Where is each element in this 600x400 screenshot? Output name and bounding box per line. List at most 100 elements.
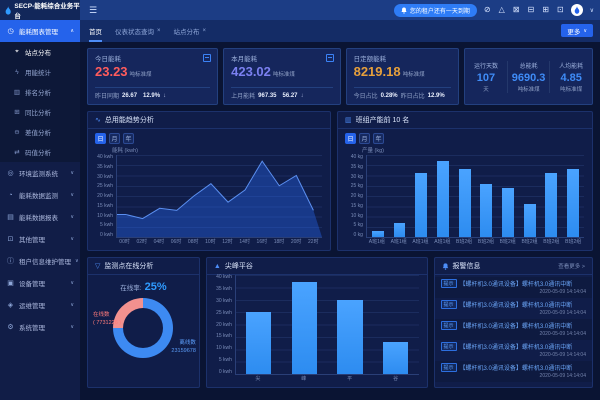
alarm-tag: 提示 bbox=[441, 279, 457, 288]
y-axis: 40 kwh35 kwh30 kwh25 kwh20 kwh15 kwh10 k… bbox=[213, 275, 235, 375]
stats-row: 今日能耗 23.23吨标准煤 昨日同期26.67 12.9% ↓ 本月能耗 42… bbox=[87, 48, 593, 105]
main-area: 首页 仪表状态查询× 站点分布× 更多∨ 今日能耗 23.23吨标准煤 昨日同期26.… bbox=[80, 20, 600, 400]
menu-toggle-icon[interactable]: ☰ bbox=[89, 5, 97, 16]
alarm-row[interactable]: 提示【螺杆机3.0通讯设备】螺杆机3.0通讯中断2020-05-09 14:14… bbox=[435, 340, 592, 361]
chevron-down-icon: ∨ bbox=[75, 258, 79, 264]
app-root: SECP-能耗综合业务平台 ☰ 您的租户还有一天到期 ⊘△⊠⊟⊞⊡ ∨ ◷能耗图… bbox=[0, 0, 600, 400]
alarm-row[interactable]: 提示【螺杆机3.0通讯设备】螺杆机3.0通讯中断2020-05-09 14:14… bbox=[435, 361, 592, 382]
alarm-message: 【螺杆机3.0通讯设备】螺杆机3.0通讯中断 bbox=[460, 363, 573, 372]
y-tick: 20 kwh bbox=[94, 194, 113, 199]
user-menu-chevron-icon[interactable]: ∨ bbox=[590, 7, 594, 14]
lock-icon[interactable]: ⊠ bbox=[513, 6, 520, 14]
site-icon: ⌖ bbox=[13, 48, 21, 56]
x-tick: B班2组 bbox=[519, 238, 541, 247]
gear-icon: ⚙ bbox=[6, 323, 15, 331]
alarm-row[interactable]: 提示【螺杆机3.0通讯设备】螺杆机3.0通讯中断2020-05-09 14:14… bbox=[435, 319, 592, 340]
range-chip-0[interactable]: 日 bbox=[345, 133, 356, 144]
sidebar-subitem-2[interactable]: ▥排名分析 bbox=[0, 82, 80, 102]
sidebar-item-1[interactable]: ◎环境监测系统∨ bbox=[0, 162, 80, 184]
tab-2[interactable]: 站点分布× bbox=[174, 20, 207, 42]
x-tick: 16时 bbox=[253, 238, 270, 247]
sidebar-item-label: 能耗数据监测 bbox=[19, 190, 58, 200]
sidebar-item-0[interactable]: ◷能耗图表管理∧ bbox=[0, 20, 80, 42]
alarm-timestamp: 2020-05-09 14:14:04 bbox=[441, 310, 586, 316]
sidebar-item-4[interactable]: ⊡其他管理∨ bbox=[0, 228, 80, 250]
range-chip-1[interactable]: 月 bbox=[359, 133, 370, 144]
sidebar-subitem-3[interactable]: ⊞同比分析 bbox=[0, 102, 80, 122]
y-tick: 0 kg bbox=[344, 233, 363, 238]
sidebar-subitem-0[interactable]: ⌖站点分布 bbox=[0, 42, 80, 62]
donut-hole bbox=[123, 308, 163, 348]
alarm-message: 【螺杆机3.0通讯设备】螺杆机3.0通讯中断 bbox=[460, 279, 573, 288]
calendar-icon[interactable] bbox=[203, 54, 211, 62]
sidebar-subitem-4[interactable]: ⊖差值分析 bbox=[0, 122, 80, 142]
alarm-line: 提示【螺杆机3.0通讯设备】螺杆机3.0通讯中断 bbox=[441, 300, 586, 309]
range-chip-1[interactable]: 月 bbox=[109, 133, 120, 144]
bar-slot bbox=[562, 155, 584, 237]
calendar-icon[interactable] bbox=[326, 54, 334, 62]
area-series bbox=[117, 155, 322, 237]
chevron-down-icon: ∨ bbox=[70, 170, 74, 176]
alarm-row[interactable]: 提示【螺杆机3.0通讯设备】螺杆机3.0通讯中断2020-05-09 14:14… bbox=[435, 277, 592, 298]
bar bbox=[415, 173, 427, 237]
tab-close-icon[interactable]: × bbox=[157, 28, 161, 34]
stat-title: 今日能耗 bbox=[95, 53, 210, 63]
more-button[interactable]: 更多∨ bbox=[561, 24, 593, 37]
x-tick: 10时 bbox=[202, 238, 219, 247]
y-tick: 25 kwh bbox=[94, 184, 113, 189]
chart-body: 40 kwh35 kwh30 kwh25 kwh20 kwh15 kwh10 k… bbox=[207, 275, 427, 387]
sidebar-item-3[interactable]: ▤能耗数据报表∨ bbox=[0, 206, 80, 228]
bar-slot bbox=[282, 275, 328, 374]
stat-unit: 吨标准煤 bbox=[273, 72, 295, 78]
view-more-link[interactable]: 查看更多 > bbox=[558, 262, 585, 270]
tab-label: 首页 bbox=[89, 26, 102, 36]
sidebar-subitem-label: 排名分析 bbox=[25, 87, 51, 97]
alarm-row[interactable]: 提示【螺杆机3.0通讯设备】螺杆机3.0通讯中断2020-05-09 14:14… bbox=[435, 298, 592, 319]
sidebar-item-8[interactable]: ⚙系统管理∨ bbox=[0, 316, 80, 338]
y-tick: 10 kwh bbox=[213, 346, 232, 351]
tenant-expiry-notice[interactable]: 您的租户还有一天到期 bbox=[394, 4, 477, 17]
plot-area bbox=[366, 155, 584, 238]
bar bbox=[545, 173, 557, 237]
x-tick: 尖 bbox=[235, 375, 281, 384]
copy-icon[interactable]: ⊞ bbox=[542, 6, 549, 14]
panel-online-analysis: ▽ 监测点在线分析 在线率:25% 在线数 ( 7731226 ) bbox=[87, 257, 200, 388]
bar bbox=[292, 282, 317, 374]
charts-row: ∿ 总用能趋势分析 日月年能耗 (kwh)40 kwh35 kwh30 kwh2… bbox=[87, 111, 593, 251]
alert-triangle-icon[interactable]: △ bbox=[499, 6, 505, 14]
range-chip-2[interactable]: 年 bbox=[123, 133, 134, 144]
offline-count-label: 离线数 23159678 bbox=[171, 339, 195, 356]
y-tick: 15 kg bbox=[344, 204, 363, 209]
x-axis: 尖峰平谷 bbox=[235, 375, 419, 384]
sidebar-item-5[interactable]: ⓘ租户信息维护管理∨ bbox=[0, 250, 80, 272]
sidebar-item-7[interactable]: ◈运维管理∨ bbox=[0, 294, 80, 316]
tab-1[interactable]: 仪表状态查询× bbox=[115, 20, 161, 42]
sidebar-subitem-5[interactable]: ⇄码值分析 bbox=[0, 142, 80, 162]
chevron-down-icon: ∨ bbox=[70, 192, 74, 198]
badge-icon[interactable]: ⊟ bbox=[527, 6, 534, 14]
stat-unit: 吨标准煤 bbox=[130, 72, 152, 78]
online-count-label: 在线数 ( 7731226 ) bbox=[93, 311, 121, 328]
chevron-up-icon: ∧ bbox=[70, 28, 74, 34]
panel-title: 班组产能前 10 名 bbox=[356, 115, 410, 125]
alarm-message: 【螺杆机3.0通讯设备】螺杆机3.0通讯中断 bbox=[460, 342, 573, 351]
x-tick: B班2组 bbox=[497, 238, 519, 247]
bar bbox=[459, 169, 471, 237]
sidebar-subitem-1[interactable]: ϟ用能统计 bbox=[0, 62, 80, 82]
y-axis-label: 能耗 (kwh) bbox=[112, 146, 322, 154]
tab-0[interactable]: 首页 bbox=[89, 20, 102, 42]
tab-close-icon[interactable]: × bbox=[203, 28, 207, 34]
bar-slot bbox=[373, 275, 419, 374]
sidebar-subitem-label: 差值分析 bbox=[25, 127, 51, 137]
avatar[interactable] bbox=[571, 4, 583, 16]
sidebar-item-6[interactable]: ▣设备管理∨ bbox=[0, 272, 80, 294]
y-tick: 35 kwh bbox=[94, 165, 113, 170]
range-chip-0[interactable]: 日 bbox=[95, 133, 106, 144]
alarm-timestamp: 2020-05-09 14:14:04 bbox=[441, 331, 586, 337]
sidebar-item-2[interactable]: ◔能耗数据监测∨ bbox=[0, 184, 80, 206]
range-chip-2[interactable]: 年 bbox=[373, 133, 384, 144]
shield-icon[interactable]: ⊘ bbox=[484, 6, 491, 14]
x-tick: B班2组 bbox=[562, 238, 584, 247]
fullscreen-icon[interactable]: ⊡ bbox=[557, 6, 564, 14]
chart-body: 产量 (kg)40 kg35 kg30 kg25 kg20 kg15 kg10 … bbox=[338, 145, 592, 250]
